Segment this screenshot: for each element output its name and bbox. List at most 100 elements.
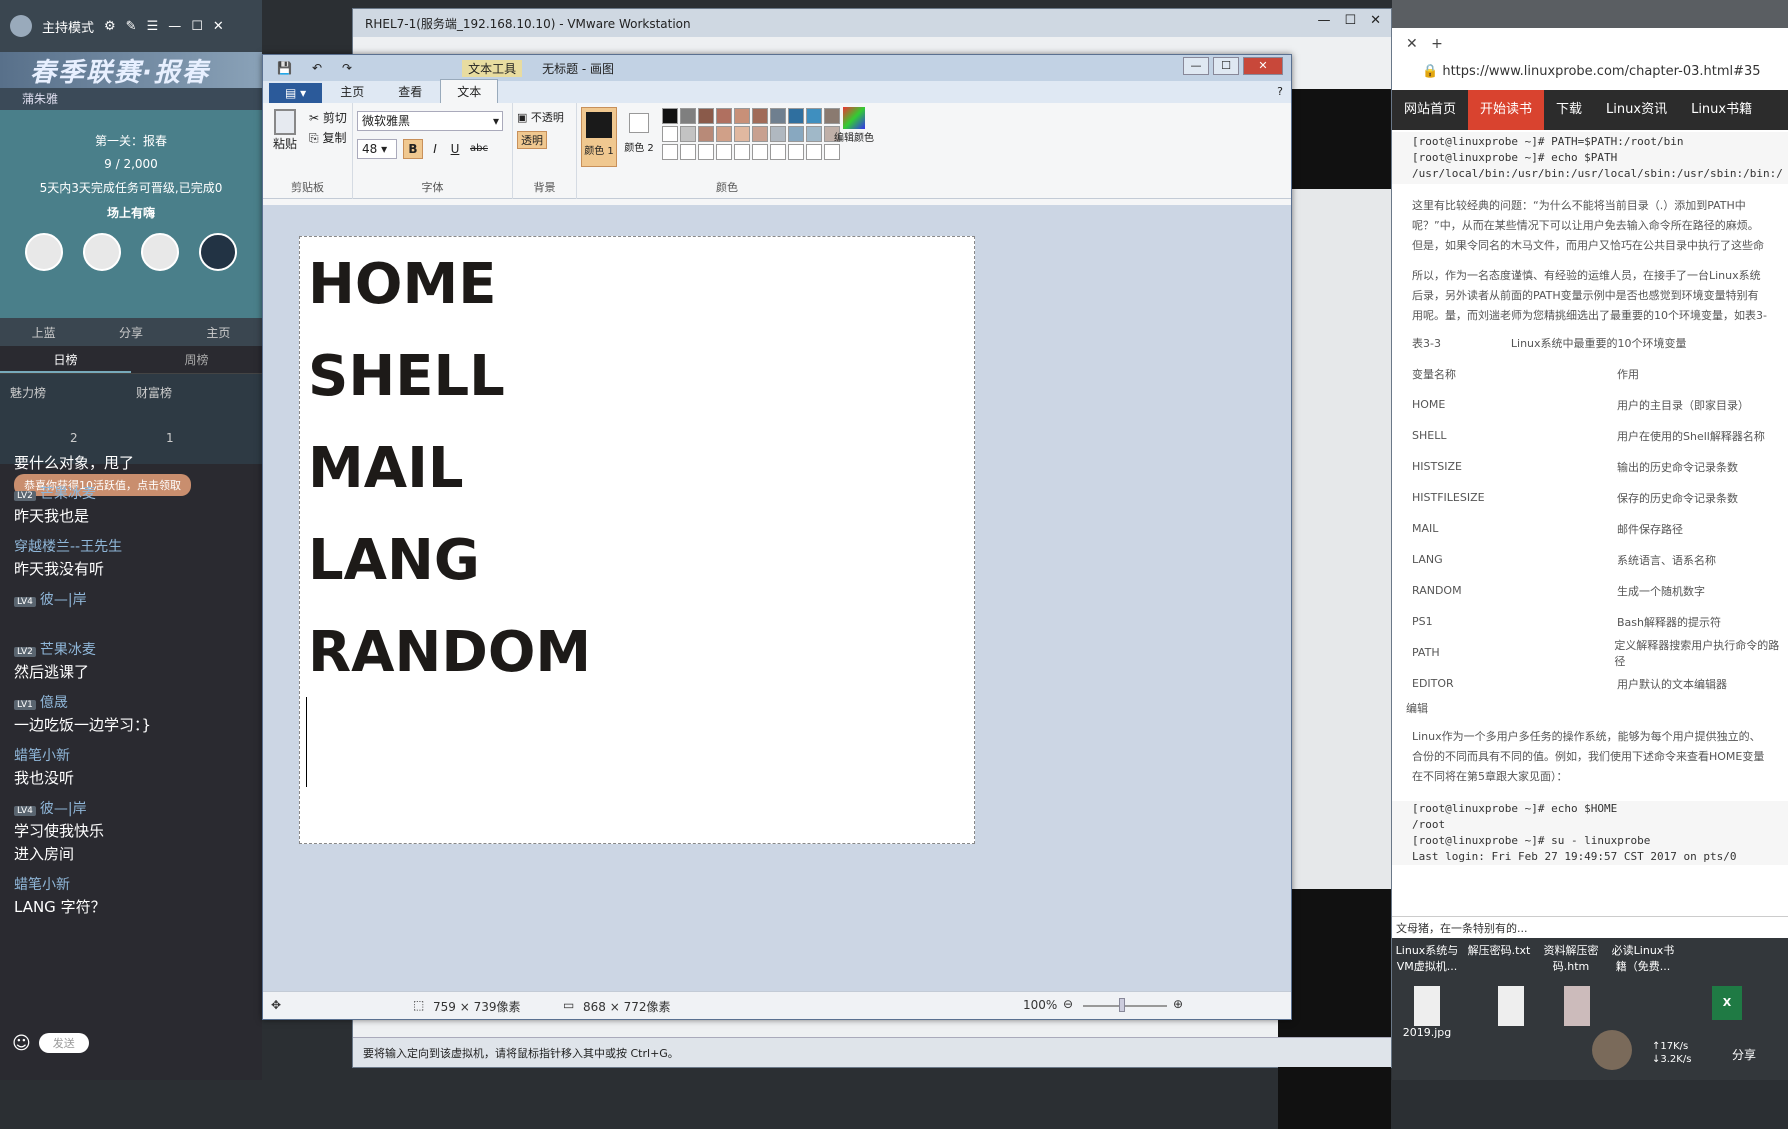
action-2[interactable]: 分享 [119,324,143,341]
menu-icon[interactable]: ☰ [147,19,159,34]
file-menu-button[interactable]: ▤ ▾ [269,83,323,103]
close-tab-icon[interactable]: ✕ [1406,36,1418,52]
palette-swatch[interactable] [788,126,804,142]
nav-home[interactable]: 网站首页 [1392,90,1468,130]
fan-avatar[interactable] [83,233,121,271]
chat-user[interactable]: LV4 彼—|岸 [14,589,248,609]
tab-home[interactable]: 主页 [324,80,380,103]
palette-swatch[interactable] [788,144,804,160]
desktop-icon-vm[interactable]: Linux系统与VM虚拟机... [1392,942,1462,974]
desktop-icon-password-htm[interactable]: 资料解压密码.htm [1536,942,1606,974]
palette-swatch[interactable] [680,126,696,142]
underline-button[interactable]: U [445,139,465,159]
maximize-icon[interactable]: ☐ [1344,13,1356,28]
color1-button[interactable]: 颜色 1 [581,107,617,167]
tab-weekly[interactable]: 周榜 [131,346,262,373]
cut-button[interactable]: ✂ 剪切 [309,109,347,126]
transparent-button[interactable]: 透明 [517,131,547,149]
tab-text[interactable]: 文本 [440,79,499,103]
edit-link[interactable]: 编辑 [1392,699,1788,719]
nav-download[interactable]: 下载 [1544,90,1594,130]
send-button[interactable]: 发送 [38,1033,89,1053]
palette-swatch[interactable] [752,144,768,160]
undo-icon[interactable]: ↶ [312,61,322,75]
minimize-icon[interactable]: — [1317,13,1330,28]
palette-swatch[interactable] [734,144,750,160]
new-tab-icon[interactable]: + [1431,36,1443,52]
palette-swatch[interactable] [662,108,678,124]
chat-user[interactable]: LV4 彼—|岸 [14,798,248,818]
palette-swatch[interactable] [662,126,678,142]
desktop-icon-password-txt[interactable]: 解压密码.txt [1464,942,1534,958]
chat-user[interactable]: LV2 芒果冰麦 [14,639,248,659]
palette-swatch[interactable] [716,108,732,124]
close-icon[interactable]: ✕ [1370,13,1381,28]
fan-avatar[interactable] [199,233,237,271]
drawing-canvas[interactable]: HOME SHELL MAIL LANG RANDOM [299,236,975,844]
help-icon[interactable]: ? [1277,85,1283,98]
desktop-file-jpg[interactable]: 2019.jpg [1392,986,1462,1039]
italic-button[interactable]: I [425,139,445,159]
palette-swatch[interactable] [698,144,714,160]
palette-swatch[interactable] [752,108,768,124]
nav-read[interactable]: 开始读书 [1468,90,1545,130]
palette-swatch[interactable] [680,108,696,124]
minimize-icon[interactable]: — [168,19,181,34]
chat-user[interactable]: 穿越楼兰--王先生 [14,536,248,556]
redo-icon[interactable]: ↷ [342,61,352,75]
close-icon[interactable]: ✕ [1243,57,1283,75]
zoom-slider[interactable] [1083,1005,1167,1007]
palette-swatch[interactable] [698,108,714,124]
palette-swatch[interactable] [716,144,732,160]
tab-daily[interactable]: 日榜 [0,346,131,373]
palette-swatch[interactable] [734,108,750,124]
close-icon[interactable]: ✕ [213,19,224,34]
palette-swatch[interactable] [662,144,678,160]
action-1[interactable]: 上蓝 [32,324,56,341]
rank-charm[interactable]: 魅力榜 2 [10,384,126,454]
palette-swatch[interactable] [698,126,714,142]
edit-icon[interactable]: ✎ [126,19,137,34]
desktop-file-icon[interactable] [1476,986,1546,1026]
palette-swatch[interactable] [788,108,804,124]
zoom-out-button[interactable]: ⊖ [1063,997,1073,1011]
maximize-icon[interactable]: ☐ [1213,57,1239,75]
font-size-select[interactable]: 48 ▾ [357,139,397,159]
desktop-book-icon[interactable] [1542,986,1612,1026]
chat-user[interactable]: LV2 芒果冰麦 [14,483,248,503]
palette-swatch[interactable] [770,108,786,124]
nav-books[interactable]: Linux书籍 [1679,90,1764,130]
chat-user[interactable]: LV1 億晟 [14,692,248,712]
rank-wealth[interactable]: 财富榜 1 [136,384,252,454]
font-family-select[interactable]: 微软雅黑 ▾ [357,111,503,131]
desktop-icon-books[interactable]: 必读Linux书籍（免费... [1608,942,1678,974]
palette-swatch[interactable] [824,144,840,160]
avatar[interactable] [10,15,32,37]
color2-button[interactable]: 颜色 2 [621,107,657,167]
palette-swatch[interactable] [770,144,786,160]
palette-swatch[interactable] [752,126,768,142]
zoom-in-button[interactable]: ⊕ [1173,997,1183,1011]
palette-swatch[interactable] [680,144,696,160]
chat-user[interactable]: 蜡笔小新 [14,874,248,894]
address-bar[interactable]: 🔒 https://www.linuxprobe.com/chapter-03.… [1392,58,1788,88]
nav-news[interactable]: Linux资讯 [1594,90,1679,130]
opaque-button[interactable]: ▣ 不透明 [517,109,564,125]
palette-swatch[interactable] [806,126,822,142]
fan-avatar[interactable] [25,233,63,271]
share-button[interactable]: 分享 [1732,1046,1756,1063]
palette-swatch[interactable] [716,126,732,142]
edit-colors-button[interactable]: 编辑颜色 [831,107,877,144]
desktop-excel-icon[interactable]: X [1692,986,1762,1020]
chat-user[interactable]: 蜡笔小新 [14,745,248,765]
strikethrough-button[interactable]: abc [467,139,491,159]
bold-button[interactable]: B [403,139,423,159]
quick-save-icon[interactable]: 💾 [277,61,292,75]
maximize-icon[interactable]: ☐ [191,19,203,34]
palette-swatch[interactable] [734,126,750,142]
palette-swatch[interactable] [806,144,822,160]
copy-button[interactable]: ⎘ 复制 [309,129,346,146]
settings-icon[interactable]: ⚙ [104,19,116,34]
paste-button[interactable]: 粘贴 [273,109,297,152]
emoji-icon[interactable]: ☺ [12,1033,31,1054]
